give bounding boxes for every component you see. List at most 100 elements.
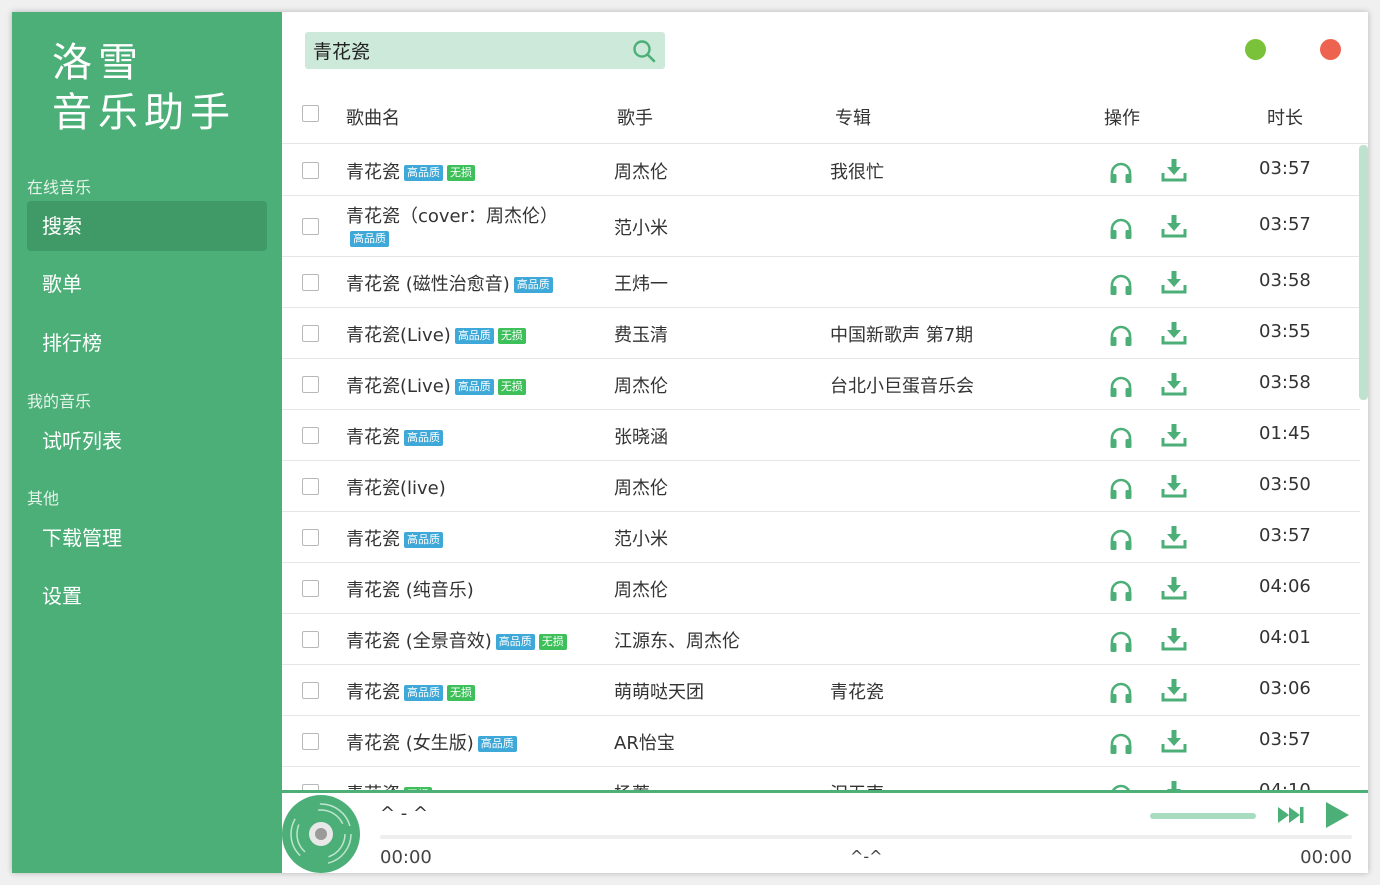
row-checkbox[interactable]: [302, 478, 319, 495]
row-checkbox[interactable]: [302, 376, 319, 393]
table-row[interactable]: 青花瓷(live) 周杰伦 03:50: [282, 461, 1360, 512]
headphones-icon[interactable]: [1108, 424, 1134, 450]
row-checkbox[interactable]: [302, 529, 319, 546]
search-input[interactable]: [313, 36, 623, 65]
download-icon[interactable]: [1161, 779, 1187, 790]
minimize-button[interactable]: [1245, 39, 1266, 60]
download-icon[interactable]: [1161, 269, 1187, 295]
download-icon[interactable]: [1161, 524, 1187, 550]
row-checkbox[interactable]: [302, 580, 319, 597]
headphones-icon[interactable]: [1108, 159, 1134, 185]
headphones-icon[interactable]: [1108, 577, 1134, 603]
artist-cell: 萌萌哒天团: [614, 682, 704, 703]
logo-line-2: 音乐助手: [52, 90, 236, 136]
close-button[interactable]: [1320, 39, 1341, 60]
song-name: 青花瓷 (全景音效): [346, 631, 492, 652]
sidebar-item-downloads[interactable]: 下载管理: [27, 513, 267, 563]
lyric-text: ^-^: [850, 847, 883, 866]
hq-badge: 高品质: [404, 430, 443, 446]
table-row[interactable]: 青花瓷（cover：周杰伦） 高品质 范小米 03:57: [282, 196, 1360, 257]
scrollbar-thumb[interactable]: [1359, 145, 1368, 400]
song-name-cell: 青花瓷 高品质 无损: [346, 678, 475, 704]
duration-cell: 03:55: [1259, 321, 1311, 342]
sidebar-item-charts[interactable]: 排行榜: [27, 318, 267, 368]
sidebar-item-listen-list[interactable]: 试听列表: [27, 416, 267, 466]
headphones-icon[interactable]: [1108, 730, 1134, 756]
header-album: 专辑: [835, 108, 871, 129]
headphones-icon[interactable]: [1108, 526, 1134, 552]
song-name: 青花瓷(Live): [346, 325, 451, 346]
next-track-icon[interactable]: [1275, 799, 1307, 831]
song-name: 青花瓷（cover：周杰伦）: [346, 206, 559, 227]
row-checkbox[interactable]: [302, 162, 319, 179]
headphones-icon[interactable]: [1108, 679, 1134, 705]
artist-cell: 杨蓁: [614, 780, 650, 790]
headphones-icon[interactable]: [1108, 781, 1134, 790]
play-icon[interactable]: [1320, 799, 1352, 831]
duration-cell: 03:57: [1259, 729, 1311, 750]
row-checkbox[interactable]: [302, 733, 319, 750]
table-row[interactable]: 青花瓷 高品质 范小米 03:57: [282, 512, 1360, 563]
row-checkbox[interactable]: [302, 427, 319, 444]
total-time: 00:00: [1300, 847, 1352, 868]
table-row[interactable]: 青花瓷 (女生版) 高品质 AR怡宝 03:57: [282, 716, 1360, 767]
row-checkbox[interactable]: [302, 682, 319, 699]
headphones-icon[interactable]: [1108, 373, 1134, 399]
headphones-icon[interactable]: [1108, 322, 1134, 348]
download-icon[interactable]: [1161, 157, 1187, 183]
table-row[interactable]: 青花瓷 高品质 无损 周杰伦 我很忙 03:57: [282, 145, 1360, 196]
download-icon[interactable]: [1161, 575, 1187, 601]
table-row[interactable]: 青花瓷 (全景音效) 高品质 无损 江源东、周杰伦 04:01: [282, 614, 1360, 665]
download-icon[interactable]: [1161, 371, 1187, 397]
hq-badge: 高品质: [404, 685, 443, 701]
headphones-icon[interactable]: [1108, 628, 1134, 654]
artist-cell: 江源东、周杰伦: [614, 631, 740, 652]
search-icon[interactable]: [631, 38, 657, 64]
artist-cell: 张晓涵: [614, 427, 668, 448]
song-name: 青花瓷 (纯音乐): [346, 580, 474, 601]
download-icon[interactable]: [1161, 677, 1187, 703]
sidebar-item-settings[interactable]: 设置: [27, 571, 267, 621]
download-icon[interactable]: [1161, 422, 1187, 448]
table-row[interactable]: 青花瓷(Live) 高品质 无损 周杰伦 台北小巨蛋音乐会 03:58: [282, 359, 1360, 410]
song-list: 青花瓷 高品质 无损 周杰伦 我很忙 03:57 青花瓷（cover：周杰伦） 高品质 范小米 0…: [282, 145, 1360, 790]
headphones-icon[interactable]: [1108, 475, 1134, 501]
table-row[interactable]: 青花瓷(Live) 高品质 无损 费玉清 中国新歌声 第7期 03:55: [282, 308, 1360, 359]
download-icon[interactable]: [1161, 626, 1187, 652]
sidebar-item-playlists[interactable]: 歌单: [27, 259, 267, 309]
headphones-icon[interactable]: [1108, 271, 1134, 297]
download-icon[interactable]: [1161, 473, 1187, 499]
main-panel: 歌曲名 歌手 专辑 操作 时长 青花瓷高品质无损周杰伦我很忙03:57青花瓷（c…: [282, 12, 1368, 873]
album-cell: 青花瓷: [830, 682, 884, 703]
app-logo: 洛雪 音乐助手: [52, 38, 236, 138]
artist-cell: 王炜一: [614, 274, 668, 295]
row-checkbox[interactable]: [302, 325, 319, 342]
download-icon[interactable]: [1161, 320, 1187, 346]
hq-badge: 高品质: [477, 736, 517, 752]
table-row[interactable]: 青花瓷无损 杨蓁 泪无声 04:10: [282, 767, 1360, 790]
header-operations: 操作: [1104, 108, 1140, 129]
table-row[interactable]: 青花瓷 (磁性治愈音) 高品质 王炜一 03:58: [282, 257, 1360, 308]
download-icon[interactable]: [1161, 728, 1187, 754]
row-checkbox[interactable]: [302, 218, 319, 235]
table-row[interactable]: 青花瓷 高品质 张晓涵 01:45: [282, 410, 1360, 461]
duration-cell: 03:58: [1259, 270, 1311, 291]
download-icon[interactable]: [1161, 213, 1187, 239]
table-row[interactable]: 青花瓷 (纯音乐) 周杰伦 04:06: [282, 563, 1360, 614]
header-song-name: 歌曲名: [346, 108, 400, 129]
artist-cell: 周杰伦: [614, 162, 668, 183]
headphones-icon[interactable]: [1108, 215, 1134, 241]
table-row[interactable]: 青花瓷 高品质 无损 萌萌哒天团 青花瓷 03:06: [282, 665, 1360, 716]
song-name-cell: 青花瓷 高品质: [346, 423, 443, 449]
progress-bar[interactable]: [380, 835, 1352, 839]
volume-slider[interactable]: [1150, 813, 1256, 819]
disc-icon: [282, 795, 360, 873]
row-checkbox[interactable]: [302, 274, 319, 291]
row-checkbox[interactable]: [302, 631, 319, 648]
song-name-cell: 青花瓷 高品质 无损: [346, 158, 475, 184]
select-all-checkbox[interactable]: [302, 105, 319, 122]
sidebar-item-search[interactable]: 搜索: [27, 201, 267, 251]
current-time: 00:00: [380, 847, 432, 868]
album-cell: 泪无声: [830, 780, 884, 790]
scrollbar[interactable]: [1359, 145, 1368, 790]
